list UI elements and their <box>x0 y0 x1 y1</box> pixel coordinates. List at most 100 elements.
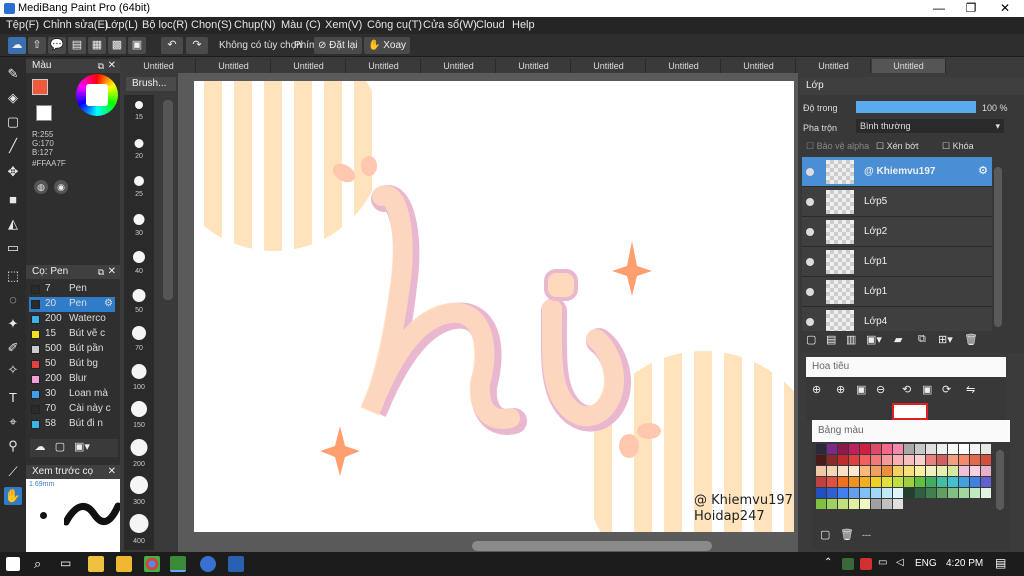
color-swatch[interactable] <box>970 488 980 498</box>
color-swatch[interactable] <box>926 444 936 454</box>
color-swatch[interactable] <box>937 477 947 487</box>
color-swatch[interactable] <box>948 455 958 465</box>
color-swatch[interactable] <box>970 477 980 487</box>
palette-icon[interactable]: ◍ <box>34 180 48 194</box>
color-swatch[interactable] <box>948 466 958 476</box>
brush-size-dot[interactable] <box>129 513 149 533</box>
brush-tool-icon[interactable]: ✎ <box>4 65 22 83</box>
color-swatch[interactable] <box>959 488 969 498</box>
clipping-checkbox[interactable]: ☐ Xén bớt <box>876 141 919 152</box>
color-swatch[interactable] <box>827 477 837 487</box>
document-tab[interactable]: Untitled <box>797 59 871 73</box>
rotate-cw-icon[interactable]: ⟳ <box>942 383 951 396</box>
document-tab[interactable]: Untitled <box>722 59 796 73</box>
menu-help[interactable]: Help <box>512 19 535 31</box>
brush-size-dot[interactable] <box>135 101 143 109</box>
line-tool-icon[interactable]: ╱ <box>4 137 22 155</box>
document-tab[interactable]: Untitled <box>347 59 421 73</box>
language-indicator[interactable]: ENG <box>915 558 937 569</box>
cloud-brush-icon[interactable]: ☁ <box>32 440 48 456</box>
palette-settings-icon[interactable]: ◉ <box>54 180 68 194</box>
color-swatch[interactable] <box>893 444 903 454</box>
select-eraser-tool-icon[interactable]: ✧ <box>4 361 22 379</box>
clock[interactable]: 4:20 PM <box>946 558 983 569</box>
brush-item[interactable]: 50 Bút bg <box>29 357 115 372</box>
brush-item[interactable]: 7 Pen <box>29 282 115 297</box>
close-icon[interactable]: ✕ <box>108 465 116 479</box>
visibility-icon[interactable] <box>806 288 814 296</box>
color-swatch[interactable] <box>882 466 892 476</box>
zoom-out-icon[interactable]: ⊖ <box>876 383 885 396</box>
volume-icon[interactable]: ◁ <box>896 557 904 568</box>
delete-layer-icon[interactable]: 🗑 <box>964 333 978 346</box>
color-swatch[interactable] <box>849 466 859 476</box>
layer-scrollbar[interactable] <box>994 167 1002 327</box>
upload-icon[interactable]: ⇧ <box>28 37 46 54</box>
color-swatch[interactable] <box>860 488 870 498</box>
background-color-swatch[interactable] <box>36 105 52 121</box>
gear-icon[interactable]: ⚙ <box>104 298 113 309</box>
brush-item[interactable]: 500 Bút pần <box>29 342 115 357</box>
color-swatch[interactable] <box>838 477 848 487</box>
color-swatch[interactable] <box>893 466 903 476</box>
color-swatch[interactable] <box>871 499 881 509</box>
brush-menu-icon[interactable]: ▣▾ <box>72 440 92 456</box>
color-swatch[interactable] <box>937 466 947 476</box>
brush-item[interactable]: 30 Loan mà <box>29 387 115 402</box>
menu-filter[interactable]: Bộ lọc(R) <box>142 19 188 31</box>
visibility-icon[interactable] <box>806 198 814 206</box>
layer-row[interactable]: @ Khiemvu197 ⚙ <box>802 157 992 187</box>
notification-icon[interactable]: ▤ <box>995 556 1006 570</box>
brush-size-dot[interactable] <box>134 176 144 186</box>
color-swatch[interactable] <box>915 455 925 465</box>
bucket-tool-icon[interactable]: ◭ <box>4 215 22 233</box>
tray-chevron-up-icon[interactable]: ⌃ <box>824 557 832 568</box>
brush-item[interactable]: 200 Blur <box>29 372 115 387</box>
blend-select[interactable]: Bình thường ▾ <box>856 119 1004 133</box>
color-swatch[interactable] <box>860 455 870 465</box>
move-tool-icon[interactable]: ✥ <box>4 163 22 181</box>
color-swatch[interactable] <box>816 466 826 476</box>
brush-size-scrollbar[interactable] <box>163 100 173 300</box>
task-view-icon[interactable]: ▭ <box>60 556 71 570</box>
windows-start-icon[interactable] <box>6 557 20 571</box>
redo-icon[interactable]: ↷ <box>186 37 208 54</box>
brush-size-dot[interactable] <box>132 288 146 302</box>
visibility-icon[interactable] <box>806 228 814 236</box>
color-swatch[interactable] <box>959 455 969 465</box>
document-tab[interactable]: Untitled <box>422 59 496 73</box>
color-swatch[interactable] <box>959 444 969 454</box>
color-swatch[interactable] <box>838 488 848 498</box>
delete-swatch-icon[interactable]: 🗑 <box>840 528 854 541</box>
layer-row[interactable]: Lớp2 <box>802 217 992 247</box>
color-swatch[interactable] <box>816 488 826 498</box>
menu-tools[interactable]: Công cụ(T) <box>367 19 422 31</box>
color-swatch[interactable] <box>915 488 925 498</box>
eraser-tool-icon[interactable]: ◈ <box>4 89 22 107</box>
color-swatch[interactable] <box>882 444 892 454</box>
color-swatch[interactable] <box>926 455 936 465</box>
color-swatch[interactable] <box>816 455 826 465</box>
color-swatch[interactable] <box>970 466 980 476</box>
color-swatch[interactable] <box>915 444 925 454</box>
brush-item[interactable]: 20 Pen ⚙ <box>29 297 115 312</box>
document-tab[interactable]: Untitled <box>572 59 646 73</box>
navigator-thumbnail[interactable] <box>892 403 928 420</box>
new-halftone-layer-icon[interactable]: ▤ <box>826 333 836 346</box>
color-swatch[interactable] <box>893 455 903 465</box>
color-swatch[interactable] <box>838 444 848 454</box>
divide-tool-icon[interactable]: ⚲ <box>4 437 22 455</box>
reset-button[interactable]: ⊘ Đặt lại <box>314 37 362 54</box>
color-swatch[interactable] <box>926 477 936 487</box>
brush-size-dot[interactable] <box>134 138 144 148</box>
color-swatch[interactable] <box>860 499 870 509</box>
search-icon[interactable]: ⌕ <box>34 556 41 572</box>
brush-item[interactable]: 15 Bút vẽ c <box>29 327 115 342</box>
color-swatch[interactable] <box>816 499 826 509</box>
drawing-canvas[interactable]: @ Khiemvu197 Hoidap247 <box>194 81 794 532</box>
color-swatch[interactable] <box>904 455 914 465</box>
color-swatch[interactable] <box>871 477 881 487</box>
color-swatch[interactable] <box>915 477 925 487</box>
color-swatch[interactable] <box>816 444 826 454</box>
protect-alpha-checkbox[interactable]: ☐ Bảo vệ alpha <box>806 141 869 152</box>
